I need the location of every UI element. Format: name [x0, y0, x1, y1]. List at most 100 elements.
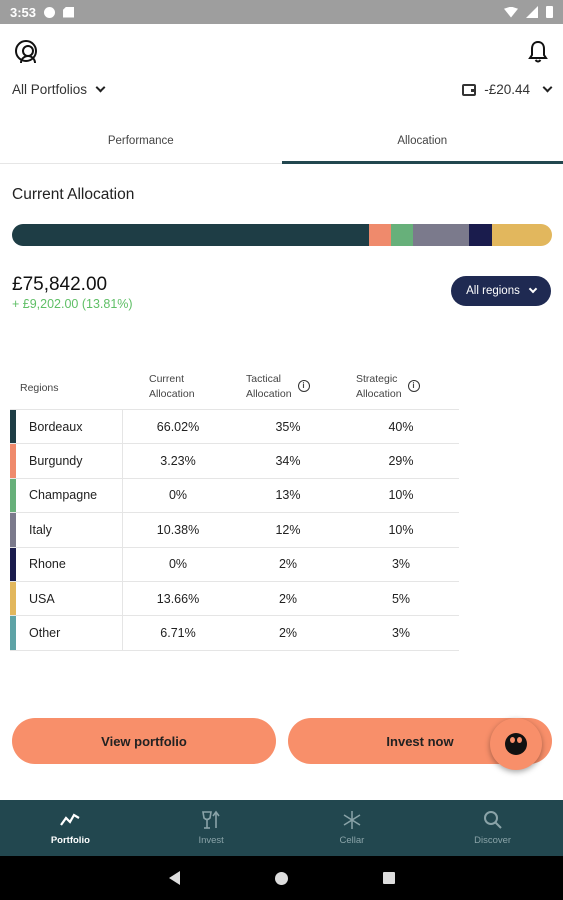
wallet-icon [462, 83, 477, 96]
back-icon[interactable] [168, 871, 180, 885]
region-color-swatch [10, 478, 16, 513]
nav-cellar-label: Cellar [339, 835, 365, 846]
current-allocation-cell: 13.66% [156, 591, 200, 606]
settings-icon [44, 6, 56, 18]
portfolio-dropdown-label: All Portfolios [12, 82, 88, 97]
table-row: Burgundy 3.23% 34% 29% [10, 444, 459, 479]
region-name: Other [29, 626, 61, 641]
sd-card-icon [63, 6, 75, 18]
allocation-bar-segment [491, 224, 552, 246]
chevron-down-icon [95, 82, 106, 93]
current-allocation-cell: 3.23% [160, 454, 196, 469]
chevron-down-icon [528, 284, 538, 294]
gain-value: + £9,202.00 (13.81%) [12, 297, 133, 311]
region-cell: Italy [10, 513, 123, 547]
table-row: Bordeaux 66.02% 35% 40% [10, 410, 459, 445]
table-row: Italy 10.38% 12% 10% [10, 513, 459, 548]
region-cell: Rhone [10, 547, 123, 581]
total-value: £75,842.00 [12, 274, 108, 295]
region-color-swatch [10, 444, 16, 478]
header-strategic-line1: Strategic [356, 373, 398, 385]
current-allocation-cell: 0% [168, 557, 188, 572]
tactical-allocation-cell: 2% [278, 626, 298, 641]
region-filter-button[interactable]: All regions [451, 276, 551, 306]
system-navigation-bar [0, 856, 563, 900]
strategic-allocation-cell: 5% [391, 591, 411, 606]
tactical-allocation-cell: 12% [275, 522, 301, 537]
region-name: Burgundy [29, 454, 83, 469]
view-portfolio-button[interactable]: View portfolio [12, 718, 276, 764]
region-name: Bordeaux [29, 419, 83, 434]
header-current-line1: Current [149, 373, 185, 385]
status-time: 3:53 [10, 4, 37, 20]
region-color-swatch [10, 616, 16, 650]
tactical-allocation-cell: 34% [275, 454, 301, 469]
header-tactical-line1: Tactical [246, 373, 282, 385]
tactical-allocation-cell: 2% [278, 591, 298, 606]
region-color-swatch [10, 410, 16, 444]
cell-signal-icon [526, 6, 538, 18]
nav-invest-label: Invest [198, 835, 224, 846]
region-cell: Burgundy [10, 444, 123, 478]
nav-discover-label: Discover [474, 835, 512, 846]
notification-bell-icon[interactable] [527, 40, 549, 64]
allocation-table: Regions Current Allocation Tactical Alloca… [10, 364, 459, 651]
table-row: USA 13.66% 2% 5% [10, 581, 459, 617]
nav-invest[interactable]: Invest [141, 800, 282, 856]
tactical-allocation-cell: 35% [275, 419, 301, 434]
header-current-line2: Allocation [149, 388, 195, 400]
home-icon[interactable] [274, 871, 288, 885]
strategic-allocation-cell: 40% [388, 419, 414, 434]
portfolio-dropdown[interactable]: All Portfolios [12, 82, 106, 97]
region-cell: Bordeaux [10, 410, 123, 444]
invest-glass-icon [200, 810, 222, 830]
region-cell: USA [10, 581, 123, 616]
portfolio-chart-icon [59, 810, 81, 830]
chevron-down-icon [542, 82, 553, 93]
current-allocation-cell: 6.71% [160, 626, 196, 641]
nav-portfolio-label: Portfolio [50, 835, 90, 846]
allocation-bar-segment [469, 224, 492, 246]
region-name: Italy [29, 522, 52, 537]
app-header [0, 40, 563, 66]
table-header: Regions Current Allocation Tactical Alloca… [10, 364, 459, 410]
table-body: Bordeaux 66.02% 35% 40% Burgundy 3.23% 34% 29% C… [10, 410, 459, 651]
strategic-allocation-cell: 10% [388, 488, 414, 503]
current-allocation-cell: 66.02% [156, 419, 200, 434]
recent-apps-icon[interactable] [382, 872, 395, 884]
support-fab-button[interactable] [490, 718, 542, 770]
status-bar: 3:53 [0, 0, 563, 24]
current-allocation-cell: 10.38% [156, 522, 200, 537]
tactical-allocation-cell: 2% [278, 557, 298, 572]
nav-cellar[interactable]: Cellar [282, 800, 423, 856]
portfolio-row: All Portfolios -£20.44 [0, 80, 563, 102]
info-icon[interactable]: i [407, 380, 420, 392]
strategic-allocation-cell: 10% [388, 522, 414, 537]
allocation-bar [12, 224, 552, 246]
header-tactical-line2: Allocation [246, 388, 292, 400]
tab-performance[interactable]: Performance [0, 128, 282, 163]
cash-balance-dropdown[interactable]: -£20.44 [462, 82, 553, 97]
region-name: Champagne [29, 488, 98, 503]
strategic-allocation-cell: 3% [391, 557, 411, 572]
region-color-swatch [10, 513, 16, 547]
region-name: USA [29, 591, 55, 606]
info-icon[interactable]: i [297, 380, 310, 392]
people-icon [505, 733, 527, 755]
region-color-swatch [10, 547, 16, 581]
bottom-navigation: Portfolio Invest Cellar Discover [0, 800, 563, 856]
header-strategic-allocation: Strategic Allocation i [343, 364, 459, 409]
table-row: Champagne 0% 13% 10% [10, 478, 459, 514]
nav-discover[interactable]: Discover [422, 800, 563, 856]
current-allocation-cell: 0% [168, 488, 188, 503]
region-cell: Champagne [10, 478, 123, 513]
tactical-allocation-cell: 13% [275, 488, 301, 503]
account-icon[interactable] [15, 40, 37, 63]
region-name: Rhone [29, 557, 66, 572]
header-tactical-allocation: Tactical Allocation i [233, 364, 343, 409]
tab-allocation[interactable]: Allocation [281, 128, 563, 164]
allocation-bar-segment [368, 224, 391, 246]
region-filter-label: All regions [466, 285, 520, 297]
nav-portfolio[interactable]: Portfolio [0, 800, 141, 856]
header-strategic-line2: Allocation [356, 388, 402, 400]
